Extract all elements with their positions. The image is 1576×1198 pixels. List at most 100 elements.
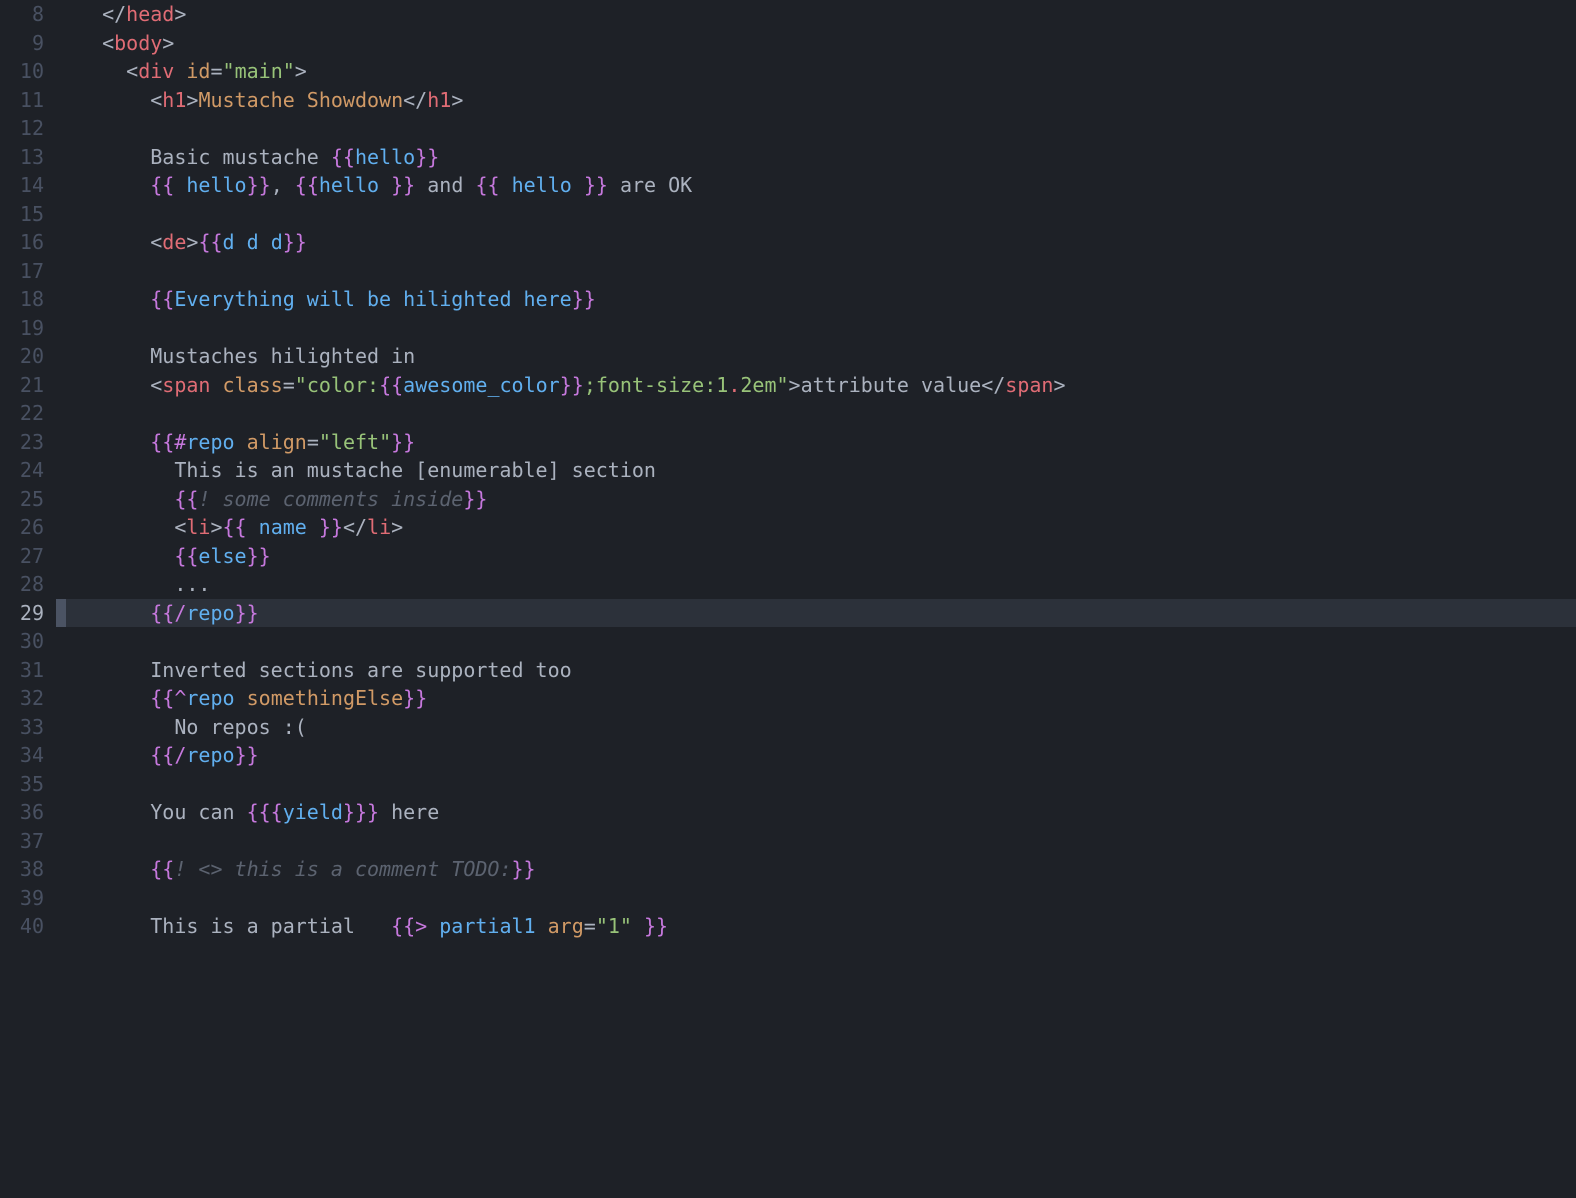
token [78,173,150,197]
token: </ [343,515,367,539]
gutter-marker [56,827,66,856]
token: "main" [223,59,295,83]
token: > [789,373,801,397]
gutter-marker [56,200,66,229]
code-line[interactable]: Basic mustache {{hello}} [66,143,1576,172]
line-number: 13 [0,143,44,172]
code-line[interactable]: Mustaches hilighted in [66,342,1576,371]
token: < [78,230,162,254]
token: partial1 [427,914,535,938]
code-line[interactable] [66,314,1576,343]
token: Mustaches hilighted in [78,344,415,368]
code-line[interactable]: <de>{{d d d}} [66,228,1576,257]
code-line[interactable]: No repos :( [66,713,1576,742]
code-line[interactable]: {{ hello}}, {{hello }} and {{ hello }} a… [66,171,1576,200]
code-editor[interactable]: 8910111213141516171819202122232425262728… [0,0,1576,1198]
line-number: 18 [0,285,44,314]
code-line[interactable] [66,884,1576,913]
code-line[interactable]: <h1>Mustache Showdown</h1> [66,86,1576,115]
line-number: 38 [0,855,44,884]
gutter-marker [56,0,66,29]
token: class [223,373,283,397]
token: "1" [596,914,632,938]
code-area[interactable]: </head> <body> <div id="main"> <h1>Musta… [66,0,1576,1198]
gutter-marker [56,86,66,115]
token: {{ [150,601,174,625]
token: {{ [150,430,174,454]
gutter-marker [56,770,66,799]
token: < [78,515,186,539]
token: are OK [608,173,692,197]
token: }} [584,173,608,197]
code-line[interactable]: Inverted sections are supported too [66,656,1576,685]
token [235,430,247,454]
token: This is an mustache [enumerable] section [78,458,656,482]
code-line[interactable]: {{! <> this is a comment TODO:}} [66,855,1576,884]
token: align [247,430,307,454]
token [78,686,150,710]
token: > [174,2,186,26]
code-line[interactable] [66,114,1576,143]
token [174,59,186,83]
token: {{ [150,857,174,881]
gutter-marker [56,456,66,485]
token: {{ [391,914,415,938]
code-line[interactable]: {{Everything will be hilighted here}} [66,285,1576,314]
code-line[interactable]: This is an mustache [enumerable] section [66,456,1576,485]
token: < [78,88,162,112]
code-line[interactable]: </head> [66,0,1576,29]
token: ! <> this is a comment TODO: [174,857,511,881]
token: repo [186,743,234,767]
line-number: 17 [0,257,44,286]
code-line[interactable] [66,200,1576,229]
token: }} [560,373,584,397]
line-number-gutter: 8910111213141516171819202122232425262728… [0,0,56,1198]
gutter-marker [56,599,66,628]
code-line[interactable]: {{else}} [66,542,1576,571]
code-line[interactable] [66,827,1576,856]
token: Everything will be hilighted here [174,287,571,311]
token: = [210,59,222,83]
code-line[interactable]: You can {{{yield}}} here [66,798,1576,827]
code-line[interactable]: {{#repo align="left"}} [66,428,1576,457]
code-line[interactable]: This is a partial {{> partial1 arg="1" }… [66,912,1576,941]
code-line[interactable] [66,770,1576,799]
token: id [186,59,210,83]
token: < [78,31,114,55]
token: > [210,515,222,539]
gutter-marker [56,371,66,400]
code-line[interactable]: <li>{{ name }}</li> [66,513,1576,542]
token: d d d [223,230,283,254]
token: </ [403,88,427,112]
code-line[interactable]: {{^repo somethingElse}} [66,684,1576,713]
token: }} [415,145,439,169]
token: This is a partial [78,914,391,938]
gutter-marker [56,684,66,713]
token: else [198,544,246,568]
code-line[interactable]: ... [66,570,1576,599]
code-line[interactable] [66,399,1576,428]
gutter-marker [56,627,66,656]
code-line[interactable]: {{/repo}} [66,599,1576,628]
token: hello [319,173,391,197]
code-line[interactable] [66,627,1576,656]
gutter-marker [56,513,66,542]
code-line[interactable]: {{/repo}} [66,741,1576,770]
token [78,601,150,625]
token: span [162,373,210,397]
token: {{{ [247,800,283,824]
token: # [174,430,186,454]
gutter-marker [56,399,66,428]
token [78,487,174,511]
line-number: 11 [0,86,44,115]
code-line[interactable] [66,257,1576,286]
code-line[interactable]: {{! some comments inside}} [66,485,1576,514]
token: ^ [174,686,186,710]
line-number: 36 [0,798,44,827]
token: {{ [174,487,198,511]
code-line[interactable]: <body> [66,29,1576,58]
gutter-marker [56,285,66,314]
code-line[interactable]: <div id="main"> [66,57,1576,86]
token: > [162,31,174,55]
code-line[interactable]: <span class="color:{{awesome_color}};fon… [66,371,1576,400]
